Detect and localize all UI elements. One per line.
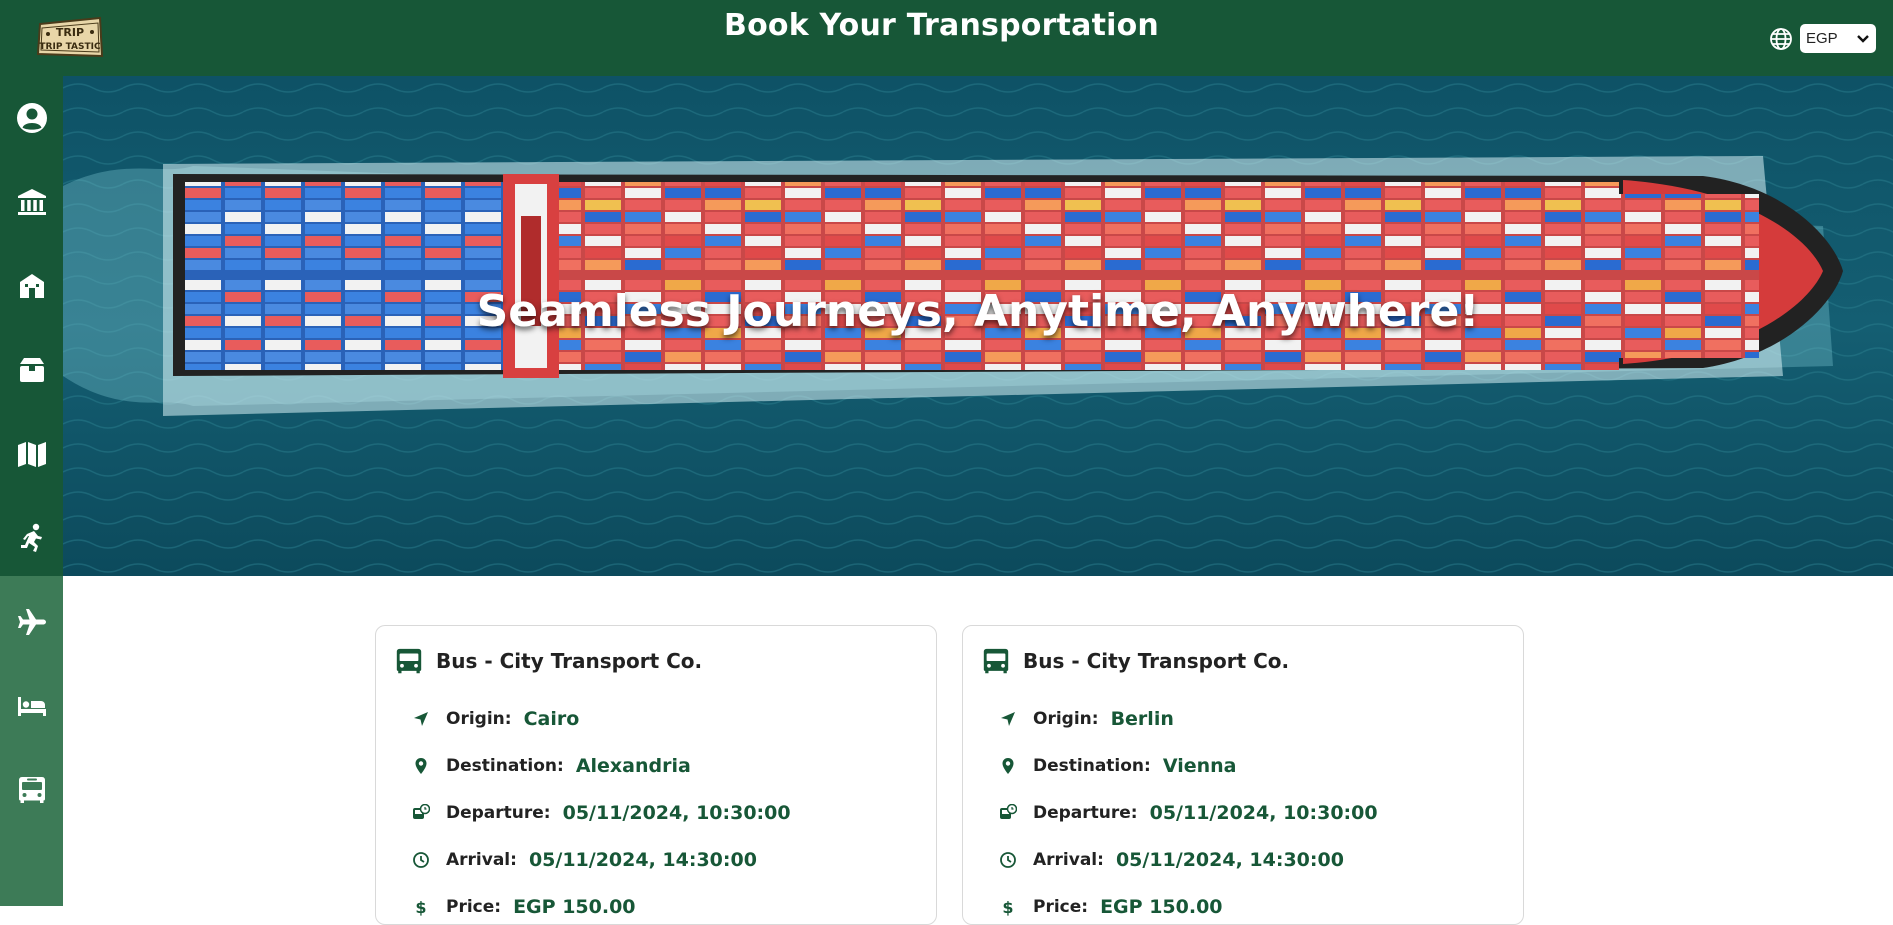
clock-icon [1000,852,1016,868]
arrival-value: 05/11/2024, 14:30:00 [528,849,757,871]
departure-value: 05/11/2024, 10:30:00 [1149,802,1378,824]
bus-clock-icon [413,804,430,819]
page-title: Book Your Transportation [724,8,1159,43]
sidebar-item-historic-places[interactable] [0,244,63,328]
plane-icon [17,609,46,635]
card-title: Bus - City Transport Co. [436,649,703,673]
destination-value: Alexandria [575,755,691,777]
museum-icon [17,189,46,215]
location-arrow-icon [1001,712,1015,726]
globe-icon[interactable] [1769,27,1793,51]
price-label: Price: [446,897,502,917]
bus-icon [983,648,1009,674]
card-title: Bus - City Transport Co. [1023,649,1290,673]
bus-icon [18,777,45,803]
sidebar-item-products[interactable] [0,328,63,412]
currency-select[interactable]: EGP [1800,24,1876,53]
dollar-icon: $ [1002,898,1013,916]
arrival-label: Arrival: [1033,850,1104,870]
destination-label: Destination: [1033,756,1151,776]
destination-label: Destination: [446,756,564,776]
transport-card[interactable]: Bus - City Transport Co. Origin: Cairo D… [375,625,937,925]
price-label: Price: [1033,897,1089,917]
sidebar-item-transportation[interactable] [0,748,63,832]
departure-label: Departure: [446,803,551,823]
bed-icon [17,697,46,716]
transport-card[interactable]: Bus - City Transport Co. Origin: Berlin … [962,625,1524,925]
bus-icon [396,648,422,674]
departure-value: 05/11/2024, 10:30:00 [562,802,791,824]
origin-value: Cairo [523,708,580,730]
origin-label: Origin: [1033,709,1099,729]
hero-headline: Seamless Journeys, Anytime, Anywhere! [476,286,1480,337]
origin-value: Berlin [1110,708,1174,730]
user-circle-icon [16,103,47,133]
box-icon [19,358,44,382]
svg-text:$: $ [1002,898,1013,916]
location-arrow-icon [414,712,428,726]
price-value: EGP 150.00 [513,896,636,918]
hero-banner: Seamless Journeys, Anytime, Anywhere! [63,76,1893,576]
currency-selected-value: EGP [1806,30,1838,47]
bus-clock-icon [1000,804,1017,819]
price-value: EGP 150.00 [1100,896,1223,918]
top-header: TRIP TRIP TASTIC Book Your Transportatio… [0,0,1893,76]
arrival-label: Arrival: [446,850,517,870]
clock-icon [413,852,429,868]
dollar-icon: $ [415,898,426,916]
sidebar-item-flights[interactable] [0,580,63,664]
sidebar-item-hotels[interactable] [0,664,63,748]
historic-site-icon [19,274,44,298]
destination-value: Vienna [1162,755,1237,777]
departure-label: Departure: [1033,803,1138,823]
sidebar-item-itineraries[interactable] [0,412,63,496]
svg-text:TRIP TASTIC: TRIP TASTIC [39,42,101,52]
map-icon [17,442,46,467]
origin-label: Origin: [446,709,512,729]
sidebar-item-profile[interactable] [0,76,63,160]
sidebar-item-museums[interactable] [0,160,63,244]
sidebar [0,76,63,906]
sidebar-item-activities[interactable] [0,496,63,580]
map-pin-icon [415,758,427,774]
arrival-value: 05/11/2024, 14:30:00 [1115,849,1344,871]
map-pin-icon [1002,758,1014,774]
svg-text:$: $ [415,898,426,916]
running-icon [20,523,42,552]
chevron-down-icon [1857,34,1869,43]
